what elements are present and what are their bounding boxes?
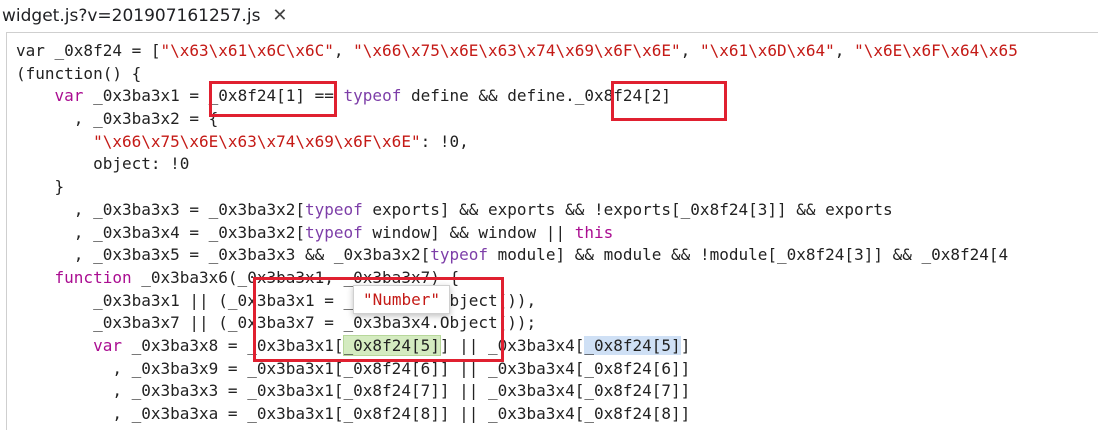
code-token: } xyxy=(16,177,65,197)
code-line[interactable]: , _0x3ba3x3 = _0x3ba3x1[_0x8f24[7]] || _… xyxy=(16,380,1018,403)
code-token: module] && module && !module[_0x8f24[3]]… xyxy=(488,245,1009,265)
code-line[interactable]: , _0x3ba3x4 = _0x3ba3x2[typeof window] &… xyxy=(16,222,1018,245)
file-tab-label[interactable]: widget.js?v=201907161257.js xyxy=(2,6,260,26)
code-token: : !0, xyxy=(420,131,469,151)
string-token: "\x61\x6D\x64" xyxy=(699,41,835,60)
code-line[interactable]: object: !0 xyxy=(16,153,1018,176)
value-tooltip: "Number" xyxy=(353,285,451,314)
source-code[interactable]: var _0x8f24 = ["\x63\x61\x6C\x6C", "\x66… xyxy=(16,40,1018,426)
code-token: , _0x3ba3x4 = _0x3ba3x2[ xyxy=(16,222,305,242)
code-token: ] xyxy=(680,335,691,355)
code-token: _0x3ba3x7 || (_0x3ba3x7 = _0x3ba3x4.Obje… xyxy=(16,313,537,333)
keyword-token: typeof xyxy=(430,245,489,265)
keyword-token: function xyxy=(54,267,132,287)
code-token: define && define._0x8f24[2] xyxy=(401,86,672,106)
code-token: , xyxy=(834,41,855,60)
highlighted-token: _0x8f24[5] xyxy=(342,334,441,356)
code-line[interactable]: function _0x3ba3x6(_0x3ba3x1, _0x3ba3x7)… xyxy=(16,267,1018,290)
code-token: , _0x3ba3x9 = _0x3ba3x1[_0x8f24[6]] || _… xyxy=(16,358,691,378)
file-tab[interactable]: widget.js?v=201907161257.js ✕ xyxy=(0,0,288,32)
keyword-token: var xyxy=(54,86,84,106)
string-token: "\x66\x75\x6E\x63\x74\x69\x6F\x6E" xyxy=(353,41,681,60)
code-line[interactable]: (function() { xyxy=(16,63,1018,86)
code-line[interactable]: , _0x3ba3x5 = _0x3ba3x3 && _0x3ba3x2[typ… xyxy=(16,244,1018,267)
code-token: , _0x3ba3x3 = _0x3ba3x2[ xyxy=(16,199,305,219)
code-token: object: !0 xyxy=(16,154,190,174)
code-line[interactable]: } xyxy=(16,176,1018,199)
string-token: "\x66\x75\x6E\x63\x74\x69\x6F\x6E" xyxy=(93,131,421,151)
code-token: _0x3ba3x8 = _0x3ba3x1[ xyxy=(121,335,344,355)
code-line[interactable]: , _0x3ba3x9 = _0x3ba3x1[_0x8f24[6]] || _… xyxy=(16,358,1018,381)
code-token: , xyxy=(680,41,700,60)
code-line[interactable]: var _0x3ba3x8 = _0x3ba3x1[_0x8f24[5]] ||… xyxy=(16,334,1018,358)
code-line[interactable]: _0x3ba3x7 || (_0x3ba3x7 = _0x3ba3x4.Obje… xyxy=(16,312,1018,335)
code-token: exports] && exports && !exports[_0x8f24[… xyxy=(362,199,893,219)
code-token: , _0x3ba3xa = _0x3ba3x1[_0x8f24[8]] || _… xyxy=(16,404,691,423)
keyword-token: typeof xyxy=(304,199,363,219)
code-token: , xyxy=(333,41,354,60)
code-token: window] && window || xyxy=(362,222,575,242)
code-line[interactable]: "\x66\x75\x6E\x63\x74\x69\x6F\x6E": !0, xyxy=(16,131,1018,154)
string-token: "\x63\x61\x6C\x6C" xyxy=(160,41,334,60)
code-line[interactable]: _0x3ba3x1 || (_0x3ba3x1 = _0x3ba3x4.Obje… xyxy=(16,290,1018,313)
code-token: , _0x3ba3x2 = { xyxy=(16,109,219,129)
code-line[interactable]: var _0x8f24 = ["\x63\x61\x6C\x6C", "\x66… xyxy=(16,40,1018,63)
keyword-token: typeof xyxy=(343,86,402,106)
code-token: , _0x3ba3x3 = _0x3ba3x1[_0x8f24[7]] || _… xyxy=(16,381,691,401)
keyword-token: this xyxy=(574,222,614,242)
highlighted-token: _0x8f24[5] xyxy=(584,335,681,355)
code-token: ] || _0x3ba3x4[ xyxy=(439,335,585,355)
close-icon[interactable]: ✕ xyxy=(272,7,287,25)
code-line[interactable]: , _0x3ba3x3 = _0x3ba3x2[typeof exports] … xyxy=(16,199,1018,222)
code-token: _0x3ba3x1 || (_0x3ba3x1 = _0x3ba3x4.Obje… xyxy=(16,290,537,310)
editor-tab-bar: widget.js?v=201907161257.js ✕ xyxy=(0,0,1098,32)
code-line[interactable]: , _0x3ba3xa = _0x3ba3x1[_0x8f24[8]] || _… xyxy=(16,403,1018,426)
code-line[interactable]: , _0x3ba3x2 = { xyxy=(16,108,1018,131)
string-token: "\x6E\x6F\x64\x65 xyxy=(854,41,1018,60)
keyword-token: typeof xyxy=(304,222,363,242)
code-line[interactable]: var _0x3ba3x1 = _0x8f24[1] == typeof def… xyxy=(16,85,1018,108)
code-token: (function() { xyxy=(16,63,142,83)
keyword-token: var xyxy=(93,335,122,355)
code-token: , _0x3ba3x5 = _0x3ba3x3 && _0x3ba3x2[ xyxy=(16,245,431,265)
code-token: _0x3ba3x1 = _0x8f24[1] == xyxy=(83,86,344,106)
code-editor-panel[interactable]: var _0x8f24 = ["\x63\x61\x6C\x6C", "\x66… xyxy=(6,32,1098,430)
code-token: var _0x8f24 = [ xyxy=(16,41,161,60)
